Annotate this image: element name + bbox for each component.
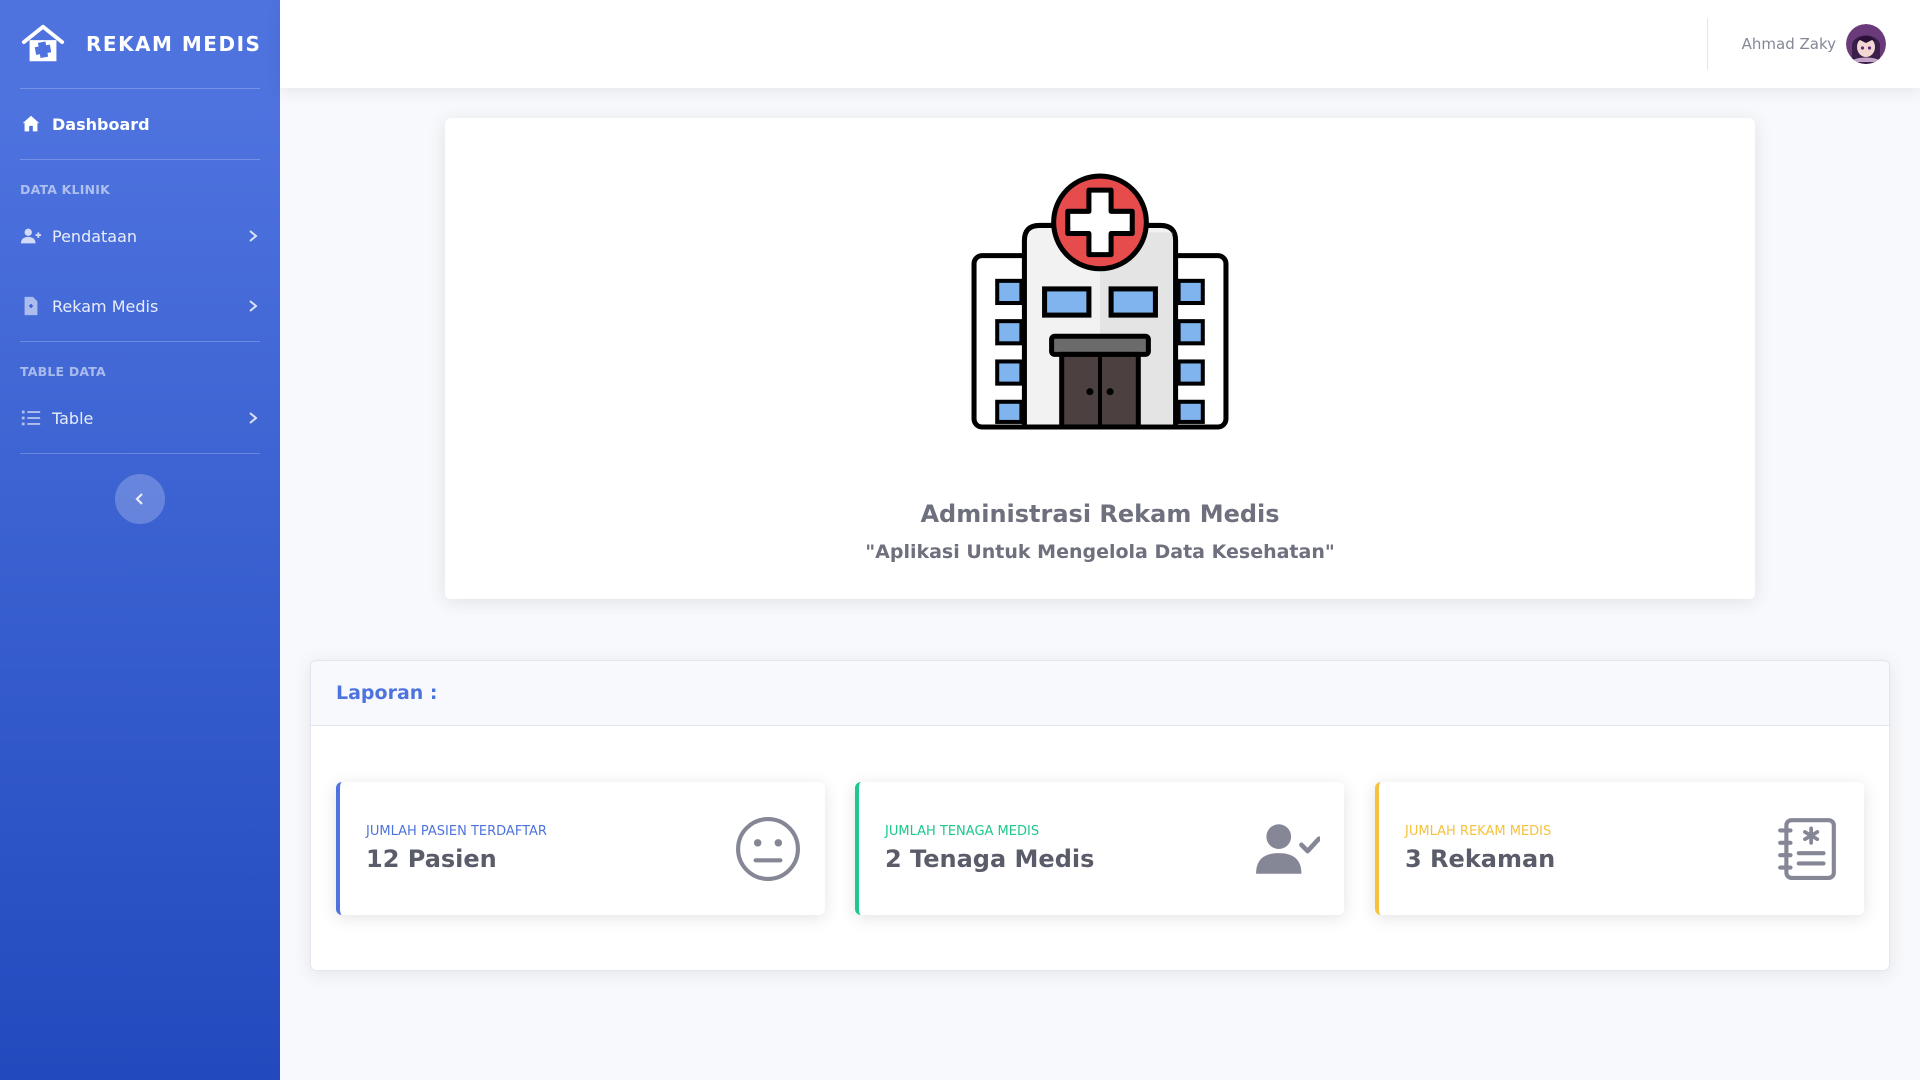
- hospital-building-icon: [971, 173, 1229, 430]
- sidebar-heading-data-klinik: DATA KLINIK: [20, 182, 110, 197]
- sidebar-toggle-button[interactable]: [115, 474, 165, 524]
- chevron-right-icon: [249, 230, 258, 242]
- hospital-logo-icon: [21, 24, 65, 62]
- stat-text: JUMLAH TENAGA MEDIS 2 Tenaga Medis: [885, 824, 1254, 873]
- stat-value: 12 Pasien: [366, 845, 497, 873]
- stat-label: JUMLAH PASIEN TERDAFTAR: [366, 824, 547, 839]
- stat-label: JUMLAH REKAM MEDIS: [1405, 824, 1552, 839]
- chevron-right-icon: [249, 412, 258, 424]
- sidebar-item-rekam-medis[interactable]: Rekam Medis: [0, 271, 280, 341]
- hero-title: Administrasi Rekam Medis: [920, 500, 1280, 528]
- stat-label: JUMLAH TENAGA MEDIS: [885, 824, 1040, 839]
- user-name: Ahmad Zaky: [1741, 35, 1836, 53]
- home-icon: [22, 115, 40, 132]
- hero-card: Administrasi Rekam Medis "Aplikasi Untuk…: [445, 118, 1755, 599]
- report-title: Laporan :: [336, 682, 438, 704]
- avatar: [1846, 24, 1886, 64]
- stat-text: JUMLAH REKAM MEDIS 3 Rekaman: [1405, 824, 1774, 873]
- topbar-divider: [1706, 18, 1708, 70]
- sidebar-heading-table-data: TABLE DATA: [20, 364, 106, 379]
- sidebar-item-label: Rekam Medis: [52, 296, 159, 316]
- sidebar-item-label: Pendataan: [52, 226, 138, 246]
- stat-value: 3 Rekaman: [1405, 845, 1556, 873]
- sidebar-item-table[interactable]: Table: [0, 383, 280, 453]
- stat-card-tenaga-medis: JUMLAH TENAGA MEDIS 2 Tenaga Medis: [855, 782, 1344, 915]
- list-icon: [21, 410, 41, 426]
- brand-link[interactable]: REKAM MEDIS: [0, 0, 280, 88]
- stat-text: JUMLAH PASIEN TERDAFTAR 12 Pasien: [366, 824, 735, 873]
- user-check-icon: [1256, 823, 1320, 874]
- stat-card-rekam-medis: JUMLAH REKAM MEDIS 3 Rekaman: [1375, 782, 1864, 915]
- hero-subtitle: "Aplikasi Untuk Mengelola Data Kesehatan…: [865, 541, 1335, 563]
- user-dropdown[interactable]: Ahmad Zaky: [1742, 24, 1886, 64]
- report-card: Laporan : JUMLAH PASIEN TERDAFTAR 12 Pas…: [310, 660, 1890, 971]
- neutral-face-icon: [736, 816, 800, 881]
- chevron-right-icon: [249, 300, 258, 312]
- brand-title: REKAM MEDIS: [86, 32, 262, 56]
- medical-file-icon: [24, 296, 38, 316]
- sidebar-toggle-wrap: [0, 454, 280, 524]
- stat-card-pasien: JUMLAH PASIEN TERDAFTAR 12 Pasien: [336, 782, 825, 915]
- chevron-left-icon: [135, 493, 143, 505]
- sidebar-item-dashboard[interactable]: Dashboard: [0, 89, 280, 159]
- user-plus-icon: [20, 228, 42, 244]
- medical-notebook-icon: [1778, 817, 1836, 880]
- stat-value: 2 Tenaga Medis: [885, 845, 1095, 873]
- report-header: Laporan :: [311, 661, 1889, 726]
- topbar: Ahmad Zaky: [280, 0, 1920, 88]
- sidebar-item-label: Table: [52, 408, 94, 428]
- sidebar-item-label: Dashboard: [52, 114, 150, 134]
- sidebar-item-pendataan[interactable]: Pendataan: [0, 201, 280, 271]
- sidebar: REKAM MEDIS Dashboard DATA KLINIK Pendat…: [0, 0, 280, 1080]
